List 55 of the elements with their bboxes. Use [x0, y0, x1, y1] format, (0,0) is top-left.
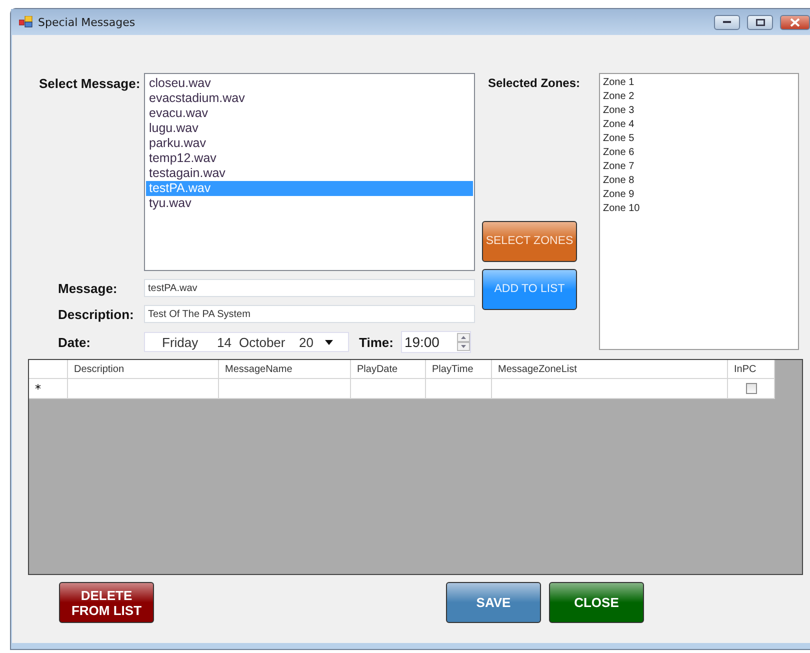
row-header: * [29, 379, 68, 399]
minimize-icon [723, 21, 731, 23]
message-item[interactable]: temp12.wav [146, 151, 473, 166]
message-field[interactable]: testPA.wav [144, 279, 475, 297]
time-label: Time: [359, 334, 394, 350]
zone-item: Zone 5 [603, 132, 636, 146]
column-header[interactable]: MessageZoneList [492, 360, 728, 379]
delete-from-list-button[interactable]: DELETE FROM LIST [59, 582, 154, 623]
save-button[interactable]: SAVE [446, 582, 541, 623]
table-cell[interactable] [219, 379, 351, 399]
column-header[interactable]: InPC [728, 360, 775, 379]
date-picker[interactable]: Friday 14 October 20 [144, 332, 349, 352]
message-item[interactable]: closeu.wav [146, 76, 473, 91]
close-button[interactable]: CLOSE [549, 582, 644, 623]
zone-item: Zone 2 [603, 90, 636, 104]
zone-item: Zone 9 [603, 188, 636, 202]
maximize-button[interactable] [747, 14, 773, 30]
table-cell[interactable] [68, 379, 219, 399]
message-item[interactable]: evacstadium.wav [146, 91, 473, 106]
message-item[interactable]: testagain.wav [146, 166, 473, 181]
description-field[interactable]: Test Of The PA System [144, 305, 475, 323]
column-header[interactable]: PlayTime [426, 360, 492, 379]
message-item[interactable]: tyu.wav [146, 196, 473, 211]
message-item[interactable]: lugu.wav [146, 121, 473, 136]
column-header[interactable]: PlayDate [351, 360, 426, 379]
message-label: Message: [57, 280, 118, 296]
close-window-button[interactable] [780, 14, 810, 30]
close-icon [790, 18, 800, 26]
column-header[interactable]: MessageName [219, 360, 351, 379]
zone-item: Zone 10 [603, 202, 641, 216]
message-item[interactable]: evacu.wav [146, 106, 473, 121]
minimize-button[interactable] [714, 14, 740, 30]
select-message-label: Select Message: [38, 76, 142, 91]
row-header-corner [29, 360, 68, 379]
zone-item: Zone 3 [603, 104, 636, 118]
zone-item: Zone 4 [603, 118, 636, 132]
description-label: Description: [57, 306, 135, 322]
table-cell[interactable] [351, 379, 426, 399]
message-item[interactable]: parku.wav [146, 136, 473, 151]
zone-item: Zone 7 [603, 160, 636, 174]
maximize-icon [756, 18, 764, 26]
window-title: Special Messages [38, 16, 136, 28]
table-cell[interactable] [426, 379, 492, 399]
table-cell[interactable] [492, 379, 728, 399]
zone-item: Zone 6 [603, 146, 636, 160]
date-label: Date: [57, 334, 92, 350]
checkbox[interactable] [746, 383, 756, 394]
column-header[interactable]: Description [68, 360, 219, 379]
time-spinner[interactable]: 19:00 [401, 331, 472, 353]
spinner-arrows-icon [457, 333, 470, 351]
zone-item: Zone 8 [603, 174, 636, 188]
app-icon [19, 16, 33, 28]
selected-zones-label: Selected Zones: [488, 76, 582, 90]
dropdown-arrow-icon [325, 340, 333, 344]
zone-item: Zone 1 [603, 76, 636, 90]
